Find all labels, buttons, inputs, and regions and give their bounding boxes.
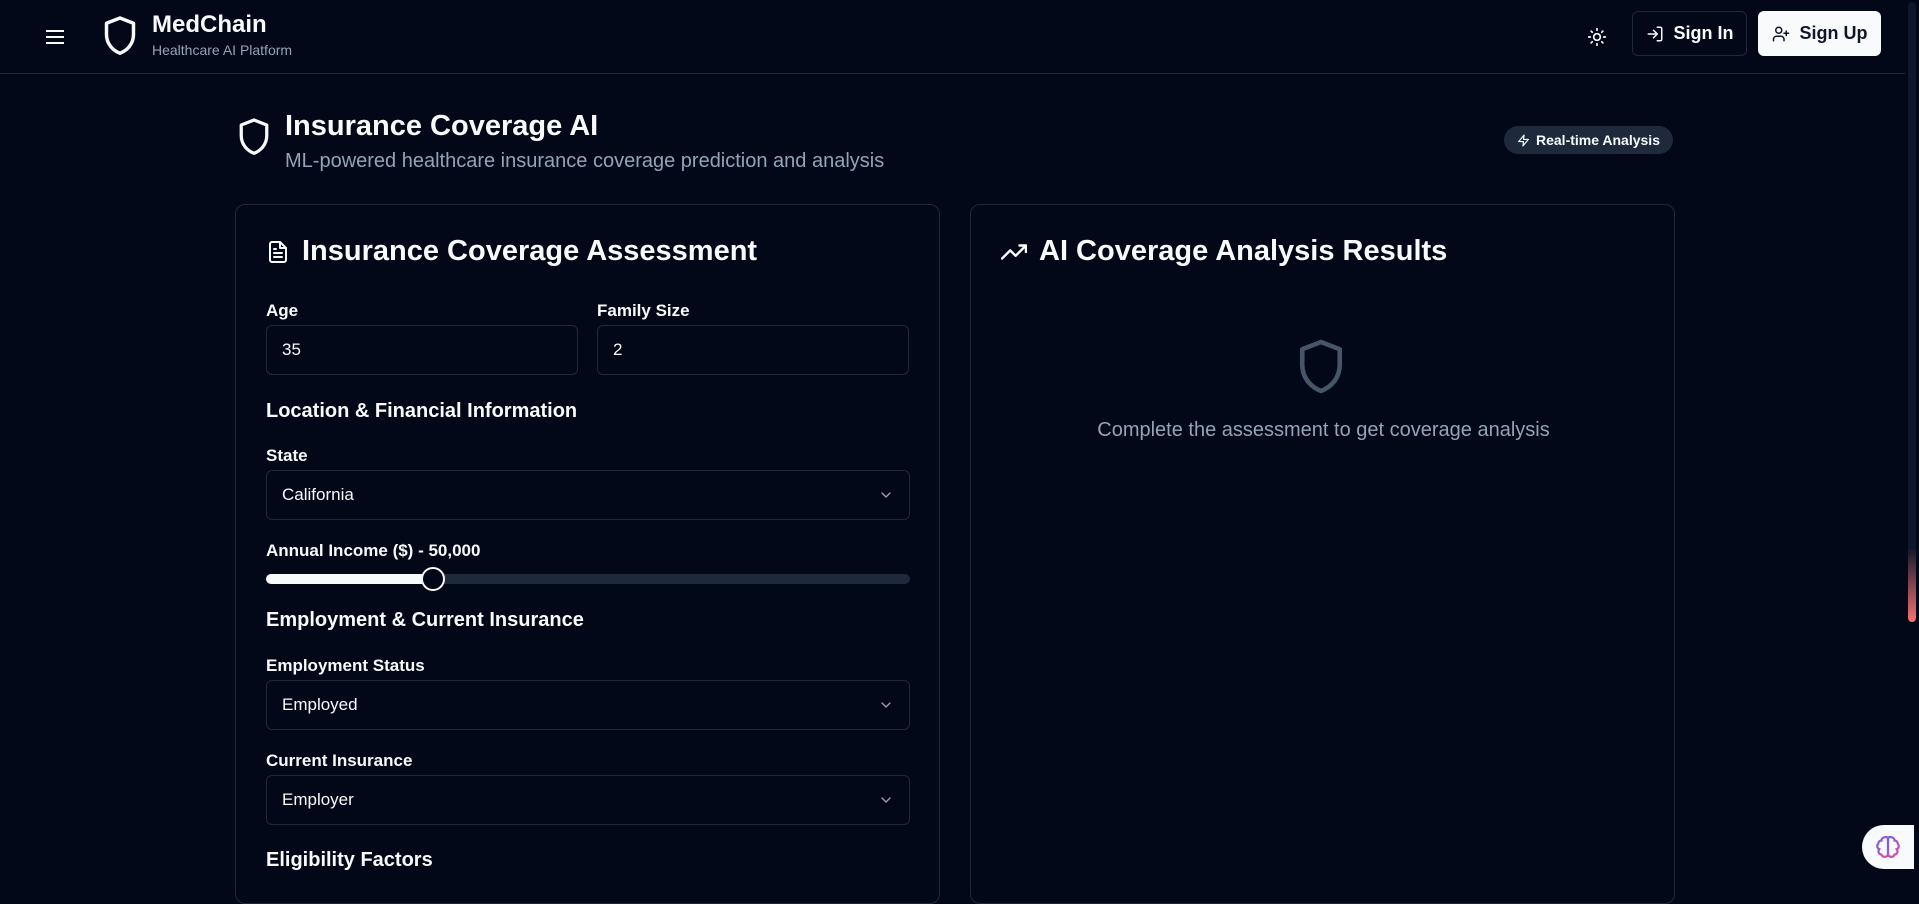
realtime-analysis-badge: Real-time Analysis: [1504, 126, 1673, 154]
family-size-input[interactable]: 2: [597, 325, 909, 375]
age-label: Age: [266, 301, 299, 320]
chevron-down-icon: [881, 797, 891, 803]
sign-up-button[interactable]: Sign Up: [1758, 11, 1881, 56]
eligibility-section-title: Eligibility Factors: [266, 849, 433, 871]
top-navigation-bar: MedChain Healthcare AI Platform Sign In …: [0, 0, 1905, 74]
annual-income-slider[interactable]: [266, 567, 910, 591]
scrollbar-thumb[interactable]: [1908, 2, 1916, 622]
theme-toggle-button[interactable]: [1580, 20, 1614, 54]
brain-icon: [1876, 835, 1900, 858]
annual-income-label: Annual Income ($) - 50,000: [266, 541, 481, 560]
brand-name: MedChain: [152, 11, 267, 38]
employment-status-select[interactable]: Employed: [266, 680, 910, 730]
employment-section-title: Employment & Current Insurance: [266, 609, 584, 631]
assessment-title: Insurance Coverage Assessment: [266, 235, 757, 268]
log-in-icon: [1647, 26, 1662, 41]
employment-status-label: Employment Status: [266, 656, 425, 675]
results-card: AI Coverage Analysis Results Complete th…: [970, 204, 1675, 904]
location-section-title: Location & Financial Information: [266, 400, 578, 422]
menu-button[interactable]: [40, 22, 70, 52]
state-select[interactable]: California: [266, 470, 910, 520]
family-size-value: 2: [613, 340, 623, 359]
sign-up-label: Sign Up: [1799, 23, 1868, 43]
current-insurance-value: Employer: [282, 790, 354, 809]
chevron-down-icon: [881, 702, 891, 708]
chevron-down-icon: [881, 492, 891, 498]
trending-up-icon: [1001, 243, 1027, 260]
page-title: Insurance Coverage AI: [285, 110, 599, 142]
family-size-label: Family Size: [597, 301, 690, 320]
employment-status-value: Employed: [282, 695, 358, 714]
age-input[interactable]: 35: [266, 325, 578, 375]
page-subtitle: ML-powered healthcare insurance coverage…: [285, 150, 885, 172]
state-value: California: [282, 485, 354, 504]
age-value: 35: [282, 340, 301, 359]
slider-fill: [266, 574, 434, 584]
menu-icon: [46, 30, 64, 44]
shield-icon: [1299, 339, 1343, 394]
sign-in-label: Sign In: [1673, 23, 1734, 43]
results-title: AI Coverage Analysis Results: [1001, 235, 1447, 268]
slider-thumb[interactable]: [421, 567, 446, 591]
shield-icon: [239, 118, 269, 155]
assessment-title-text: Insurance Coverage Assessment: [302, 235, 758, 267]
zap-icon: [1518, 133, 1529, 147]
shield-icon: [104, 16, 136, 55]
assessment-card: Insurance Coverage Assessment Age 35 Fam…: [235, 204, 940, 904]
brand-text: MedChain Healthcare AI Platform: [152, 12, 292, 60]
sun-icon: [1587, 27, 1607, 47]
results-title-text: AI Coverage Analysis Results: [1039, 235, 1448, 267]
user-plus-icon: [1772, 26, 1789, 41]
current-insurance-select[interactable]: Employer: [266, 775, 910, 825]
badge-label: Real-time Analysis: [1536, 132, 1660, 148]
brand-tagline: Healthcare AI Platform: [152, 42, 293, 58]
brand[interactable]: MedChain Healthcare AI Platform: [102, 12, 292, 60]
file-text-icon: [269, 240, 287, 263]
ai-assistant-button[interactable]: [1862, 825, 1914, 869]
sign-in-button[interactable]: Sign In: [1632, 11, 1747, 56]
empty-state-message: Complete the assessment to get coverage …: [1097, 419, 1550, 441]
current-insurance-label: Current Insurance: [266, 751, 413, 770]
state-label: State: [266, 446, 308, 465]
